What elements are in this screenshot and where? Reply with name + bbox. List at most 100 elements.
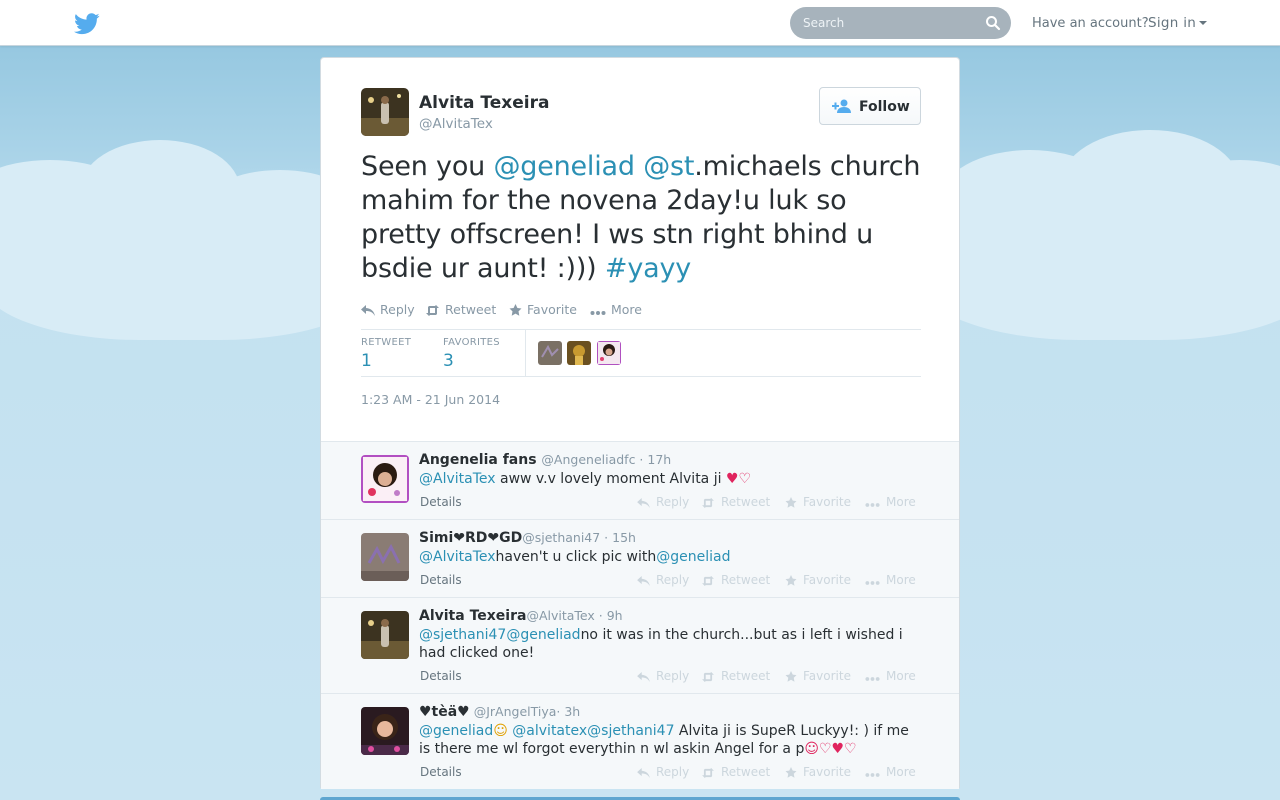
reply-icon [637, 498, 650, 508]
more-action[interactable]: More [865, 669, 916, 683]
sign-in-button[interactable]: Sign in [1148, 15, 1208, 31]
retweet-action[interactable]: Retweet [701, 573, 770, 587]
reply-author-name: Simi❤RD❤GD [419, 530, 523, 546]
mention-link[interactable]: @geneliad [656, 549, 730, 565]
reply-emoji: ☺ [493, 723, 508, 739]
reply-author[interactable]: Alvita Texeira@AlvitaTex · 9h [419, 608, 623, 624]
mention-link[interactable]: @sjethani47 [587, 723, 674, 739]
favorite-action[interactable]: Favorite [785, 573, 851, 587]
details-link[interactable]: Details [420, 669, 462, 683]
avatar[interactable] [361, 707, 409, 755]
mention-link[interactable]: @alvitatex [512, 723, 587, 739]
details-link[interactable]: Details [420, 573, 462, 587]
favorite-action[interactable]: Favorite [785, 765, 851, 779]
more-dots-icon [865, 677, 880, 681]
sign-in-label: Sign in [1148, 15, 1197, 31]
search-input[interactable] [803, 15, 973, 31]
tweet-timestamp[interactable]: 1:23 AM - 21 Jun 2014 [361, 392, 500, 407]
details-link[interactable]: Details [420, 765, 462, 779]
mention-link[interactable]: @geneliad [493, 151, 635, 182]
more-action[interactable]: More [865, 765, 916, 779]
chevron-down-icon [1199, 21, 1208, 25]
retweet-action[interactable]: Retweet [701, 495, 770, 509]
more-action[interactable]: More [865, 495, 916, 509]
retweet-label: Retweet [445, 302, 497, 317]
favoriter-avatar[interactable] [538, 341, 562, 365]
avatar[interactable] [361, 455, 409, 503]
star-icon [509, 304, 522, 316]
reply-icon [361, 305, 375, 316]
avatar[interactable] [361, 533, 409, 581]
divider [361, 376, 921, 377]
favorite-action[interactable]: Favorite [509, 302, 577, 317]
twitter-bird-icon[interactable] [74, 13, 100, 35]
reply-author-handle: @sjethani47 · 15h [522, 530, 636, 545]
favorite-action[interactable]: Favorite [785, 495, 851, 509]
retweet-count[interactable]: 1 [361, 351, 372, 371]
reply-action[interactable]: Reply [637, 573, 689, 587]
mention-link[interactable]: @sjethani47 [419, 627, 506, 643]
retweet-action[interactable]: Retweet [701, 765, 770, 779]
retweet-icon [702, 768, 714, 778]
tweet-author-handle[interactable]: @AlvitaTex [419, 116, 493, 132]
reply-label: Reply [656, 669, 690, 683]
avatar[interactable] [361, 88, 409, 136]
reply-icon [637, 672, 650, 682]
reply-tweet[interactable]: ♥tèä♥ @JrAngelTiya· 3h @geneliad☺ @alvit… [321, 693, 959, 789]
follow-label: Follow [859, 99, 910, 115]
reply-tweet[interactable]: Simi❤RD❤GD@sjethani47 · 15h @AlvitaTexha… [321, 519, 959, 597]
star-icon [785, 575, 797, 586]
reply-action[interactable]: Reply [361, 302, 415, 317]
reply-author-handle: @JrAngelTiya· 3h [469, 704, 581, 719]
follow-button[interactable]: Follow [819, 87, 921, 125]
mention-link[interactable]: @AlvitaTex [419, 471, 496, 487]
retweet-label: Retweet [721, 765, 771, 779]
details-link[interactable]: Details [420, 495, 462, 509]
reply-tweet[interactable]: Angenelia fans @Angeneliadfc · 17h @Alvi… [321, 441, 959, 519]
hashtag-link[interactable]: #yayy [605, 253, 691, 284]
favorites-count[interactable]: 3 [443, 351, 454, 371]
reply-emoji: ♥♡ [725, 471, 752, 487]
more-dots-icon [865, 503, 880, 507]
retweet-icon [426, 305, 439, 316]
more-action[interactable]: More [590, 302, 642, 317]
more-dots-icon [865, 773, 880, 777]
reply-action[interactable]: Reply [637, 495, 689, 509]
reply-action[interactable]: Reply [637, 669, 689, 683]
favoriter-avatar[interactable] [567, 341, 591, 365]
reply-text: @sjethani47@geneliadno it was in the chu… [419, 626, 924, 662]
top-navigation-bar: Have an account? Sign in [0, 0, 1280, 46]
tweet-text-part: Seen you [361, 151, 494, 182]
star-icon [785, 671, 797, 682]
reply-tweet[interactable]: Alvita Texeira@AlvitaTex · 9h @sjethani4… [321, 597, 959, 693]
reply-action[interactable]: Reply [637, 765, 689, 779]
reply-text-part: haven't u click pic with [495, 549, 657, 565]
more-label: More [886, 573, 916, 587]
reply-author[interactable]: Angenelia fans @Angeneliadfc · 17h [419, 452, 671, 468]
favorite-label: Favorite [527, 302, 577, 317]
reply-author[interactable]: ♥tèä♥ @JrAngelTiya· 3h [419, 704, 580, 720]
mention-link[interactable]: @geneliad [419, 723, 493, 739]
more-label: More [611, 302, 642, 317]
retweet-action[interactable]: Retweet [701, 669, 770, 683]
more-action[interactable]: More [865, 573, 916, 587]
favorite-action[interactable]: Favorite [785, 669, 851, 683]
reply-label: Reply [380, 302, 415, 317]
have-account-label: Have an account? [1032, 16, 1149, 31]
retweet-action[interactable]: Retweet [425, 302, 496, 317]
reply-text-part: aww v.v lovely moment Alvita ji [495, 471, 726, 487]
favorites-count-label: FAVORITES [443, 337, 500, 348]
reply-author[interactable]: Simi❤RD❤GD@sjethani47 · 15h [419, 530, 636, 546]
mention-link[interactable]: @geneliad [506, 627, 580, 643]
more-label: More [886, 669, 916, 683]
tweet-author-name[interactable]: Alvita Texeira [419, 93, 549, 113]
avatar[interactable] [361, 611, 409, 659]
mention-link[interactable]: @AlvitaTex [419, 549, 496, 565]
favoriter-avatar[interactable] [597, 341, 621, 365]
add-user-icon [832, 99, 851, 113]
more-label: More [886, 765, 916, 779]
retweet-label: Retweet [721, 669, 771, 683]
search-icon[interactable] [985, 15, 1001, 31]
reply-author-name: ♥tèä♥ [419, 704, 470, 720]
mention-link[interactable]: @st [643, 151, 694, 182]
